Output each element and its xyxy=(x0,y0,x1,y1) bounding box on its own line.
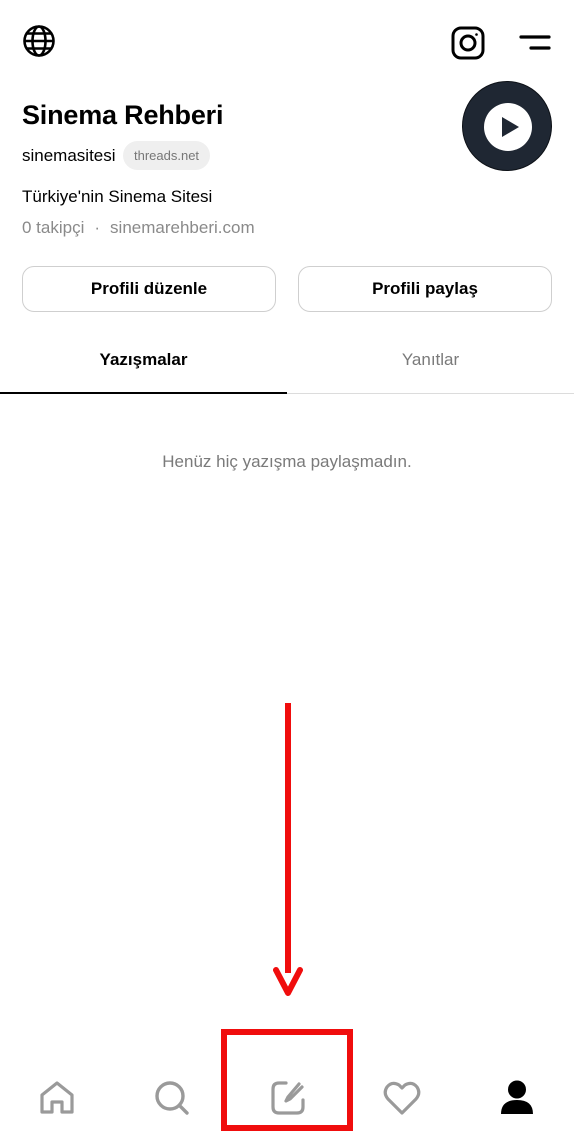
play-icon xyxy=(484,103,532,151)
tab-posts[interactable]: Yazışmalar xyxy=(0,350,287,394)
heart-icon[interactable] xyxy=(382,1078,422,1118)
tab-posts-label: Yazışmalar xyxy=(99,350,188,369)
share-profile-button[interactable]: Profili paylaş xyxy=(298,266,552,312)
profile-name: Sinema Rehberi xyxy=(22,100,224,130)
profile-icon[interactable] xyxy=(497,1078,537,1118)
home-icon[interactable] xyxy=(37,1078,77,1118)
compose-icon[interactable] xyxy=(268,1078,308,1118)
menu-icon[interactable] xyxy=(518,32,552,54)
website-link[interactable]: sinemarehberi.com xyxy=(110,218,255,237)
tab-active-indicator xyxy=(0,392,287,394)
profile-handle: sinemasitesi xyxy=(22,146,116,165)
meta-separator: · xyxy=(94,218,101,237)
followers-count[interactable]: 0 takipçi xyxy=(22,218,84,237)
annotation-arrow-head xyxy=(273,966,303,998)
profile-bio: Türkiye'nin Sinema Sitesi xyxy=(22,187,213,206)
search-icon[interactable] xyxy=(152,1078,192,1118)
domain-badge[interactable]: threads.net xyxy=(123,141,211,170)
profile-meta: 0 takipçi · sinemarehberi.com xyxy=(22,218,255,238)
empty-state-message: Henüz hiç yazışma paylaşmadın. xyxy=(162,452,412,471)
avatar[interactable] xyxy=(462,81,552,171)
globe-icon[interactable] xyxy=(22,24,56,58)
tab-replies-label: Yanıtlar xyxy=(401,350,460,369)
edit-profile-button[interactable]: Profili düzenle xyxy=(22,266,276,312)
tab-replies[interactable]: Yanıtlar xyxy=(287,350,574,394)
annotation-arrow-shaft xyxy=(285,703,291,973)
instagram-icon[interactable] xyxy=(451,26,485,60)
